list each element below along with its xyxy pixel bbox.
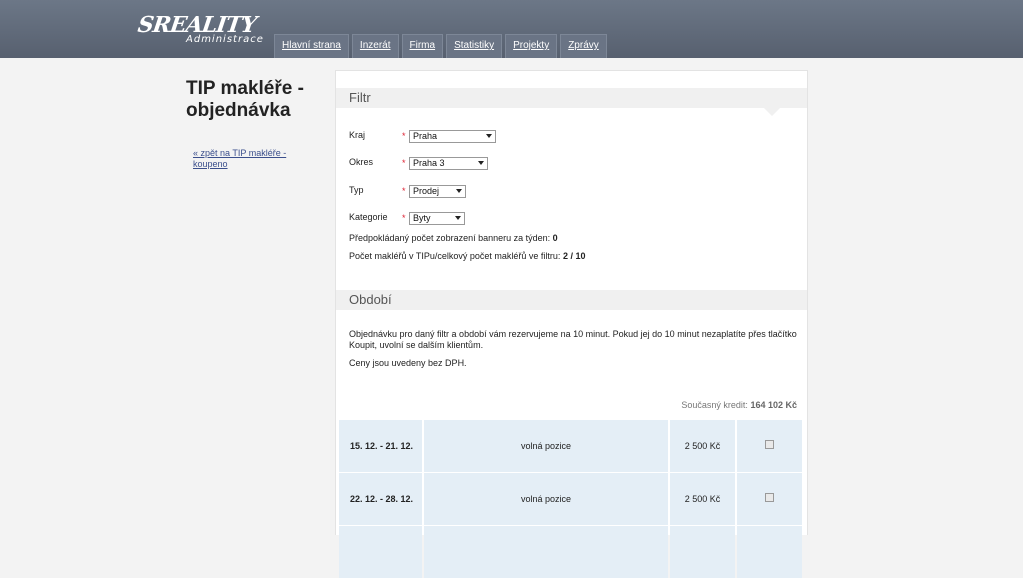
- logo-subtitle: Administrace: [186, 34, 264, 45]
- nav-hlavni-strana[interactable]: Hlavní strana: [274, 34, 349, 58]
- expected-views-value: 0: [552, 233, 558, 243]
- expected-views-info: Předpokládaný počet zobrazení banneru za…: [349, 233, 558, 243]
- select-cell: [737, 420, 802, 472]
- filter-row-okres: Okres * Praha 3: [349, 157, 549, 171]
- position-status: volná pozice: [424, 420, 668, 472]
- heading-notch: [764, 108, 780, 116]
- nav-inzerat[interactable]: Inzerát: [351, 34, 399, 58]
- kategorie-select[interactable]: Byty: [409, 212, 465, 225]
- period-price: 2 500 Kč: [670, 473, 735, 525]
- nav-zpravy[interactable]: Zprávy: [560, 34, 607, 58]
- expected-views-label: Předpokládaný počet zobrazení banneru za…: [349, 233, 551, 243]
- dropdown-arrow-icon: [455, 216, 461, 220]
- main-nav: Hlavní strana Inzerát Firma Statistiky P…: [274, 34, 610, 58]
- required-mark: *: [402, 158, 406, 168]
- reservation-note: Objednávku pro daný filtr a období vám r…: [349, 329, 797, 350]
- dropdown-arrow-icon: [456, 189, 462, 193]
- position-status: [424, 526, 668, 578]
- kraj-select-value: Praha: [413, 131, 438, 141]
- period-price: [670, 526, 735, 578]
- order-panel: Filtr Kraj * Praha Okres * Praha 3 Typ *…: [335, 70, 808, 578]
- kategorie-select-value: Byty: [413, 213, 431, 223]
- filter-row-kraj: Kraj * Praha: [349, 130, 549, 144]
- filter-row-kategorie: Kategorie * Byty: [349, 212, 549, 226]
- required-mark: *: [402, 131, 406, 141]
- required-mark: *: [402, 213, 406, 223]
- table-row: 22. 12. - 28. 12. volná pozice 2 500 Kč: [339, 473, 802, 525]
- kraj-label: Kraj: [349, 130, 366, 140]
- okres-select-value: Praha 3: [413, 158, 445, 168]
- period-dates: [339, 526, 422, 578]
- required-mark: *: [402, 186, 406, 196]
- top-header: SREALITY Administrace Hlavní strana Inze…: [0, 0, 1023, 58]
- brokers-label: Počet makléřů v TIPu/celkový počet maklé…: [349, 251, 561, 261]
- nav-projekty[interactable]: Projekty: [505, 34, 558, 58]
- back-link[interactable]: « zpět na TIP makléře - koupeno: [193, 148, 303, 170]
- okres-select[interactable]: Praha 3: [409, 157, 488, 170]
- period-heading: Období: [336, 290, 807, 310]
- table-row: [339, 526, 802, 578]
- dropdown-arrow-icon: [478, 161, 484, 165]
- dropdown-arrow-icon: [486, 134, 492, 138]
- period-dates: 15. 12. - 21. 12.: [339, 420, 422, 472]
- typ-select-value: Prodej: [413, 186, 440, 196]
- position-status: volná pozice: [424, 473, 668, 525]
- vat-note: Ceny jsou uvedeny bez DPH.: [349, 358, 467, 368]
- kategorie-label: Kategorie: [349, 212, 388, 222]
- typ-select[interactable]: Prodej: [409, 185, 466, 198]
- nav-firma[interactable]: Firma: [401, 34, 444, 58]
- period-dates: 22. 12. - 28. 12.: [339, 473, 422, 525]
- table-row: 15. 12. - 21. 12. volná pozice 2 500 Kč: [339, 420, 802, 472]
- period-checkbox[interactable]: [765, 439, 774, 449]
- credit-label: Současný kredit:: [681, 400, 748, 410]
- nav-statistiky[interactable]: Statistiky: [446, 34, 503, 58]
- period-checkbox[interactable]: [765, 492, 774, 502]
- current-credit: Současný kredit: 164 102 Kč: [681, 400, 797, 410]
- okres-label: Okres: [349, 157, 374, 167]
- brokers-value: 2 / 10: [562, 251, 586, 261]
- typ-label: Typ: [349, 185, 364, 195]
- filter-row-typ: Typ * Prodej: [349, 185, 549, 199]
- select-cell: [737, 526, 802, 578]
- credit-value: 164 102 Kč: [750, 400, 797, 410]
- select-cell: [737, 473, 802, 525]
- kraj-select[interactable]: Praha: [409, 130, 496, 143]
- brokers-info: Počet makléřů v TIPu/celkový počet maklé…: [349, 251, 585, 261]
- period-price: 2 500 Kč: [670, 420, 735, 472]
- sreality-logo[interactable]: SREALITY Administrace: [136, 12, 264, 48]
- page-title: TIP makléře - objednávka: [186, 78, 304, 121]
- filter-heading: Filtr: [336, 88, 807, 108]
